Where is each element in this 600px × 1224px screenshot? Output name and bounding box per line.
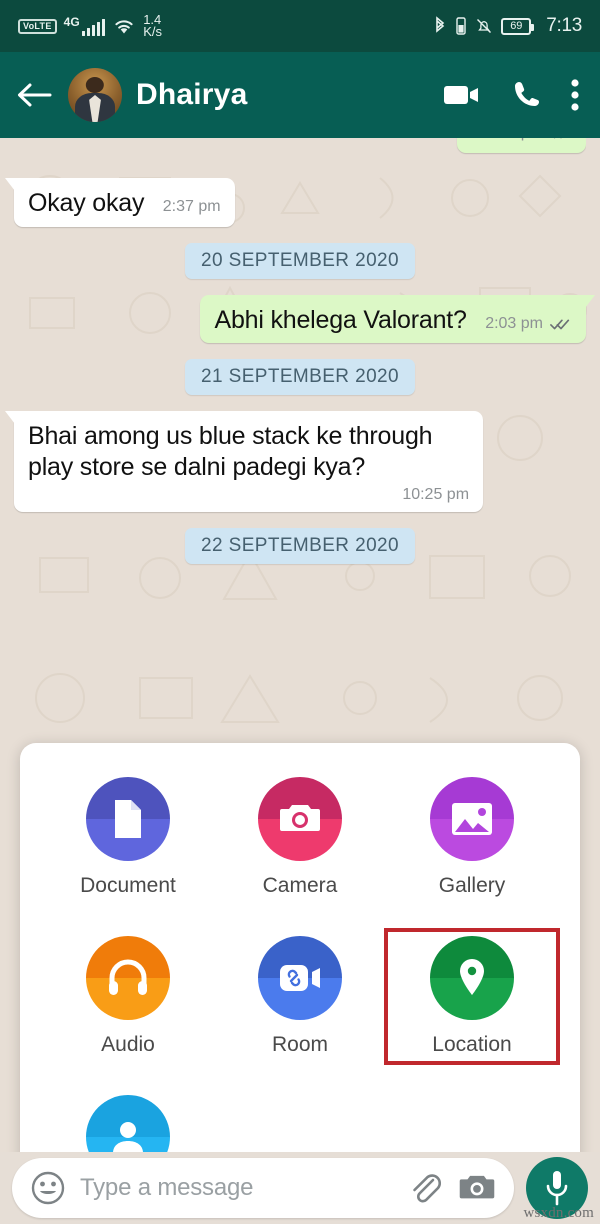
bluetooth-icon bbox=[436, 16, 445, 33]
location-icon-circle bbox=[430, 936, 514, 1020]
attachment-option-location[interactable]: Location bbox=[384, 928, 560, 1065]
volte-icon: VoLTE bbox=[18, 18, 57, 34]
message-text: Abhi khelega Valorant? bbox=[214, 305, 467, 334]
attachment-option-gallery[interactable]: Gallery bbox=[386, 771, 558, 904]
headphones-icon bbox=[109, 959, 147, 995]
message-meta: 2:37 pm bbox=[485, 138, 572, 142]
attachment-panel: Document Camera Gallery Audio Room Locat… bbox=[20, 743, 580, 1152]
message-meta: 10:25 pm bbox=[28, 486, 469, 504]
video-call-icon bbox=[444, 86, 478, 104]
messages-container: 2:37 pm Okay okay 2:37 pm bbox=[0, 138, 600, 564]
contact-name[interactable]: Dhairya bbox=[136, 78, 428, 112]
message-time: 10:25 pm bbox=[402, 486, 470, 503]
audio-icon-circle bbox=[86, 936, 170, 1020]
message-text: Bhai among us blue stack ke through play… bbox=[28, 422, 433, 481]
gallery-icon-circle bbox=[430, 777, 514, 861]
app-bar-actions bbox=[442, 78, 580, 112]
attachment-option-room[interactable]: Room bbox=[214, 930, 386, 1063]
clipped-message-row: 2:37 pm bbox=[14, 138, 586, 160]
voice-call-button[interactable] bbox=[510, 79, 542, 111]
date-chip: 22 SEPTEMBER 2020 bbox=[185, 528, 415, 564]
date-separator-row: 21 SEPTEMBER 2020 bbox=[14, 359, 586, 395]
more-options-icon bbox=[571, 79, 579, 111]
more-options-button[interactable] bbox=[570, 78, 580, 112]
attachment-option-document[interactable]: Document bbox=[42, 771, 214, 904]
emoji-smiley-icon[interactable] bbox=[30, 1170, 66, 1206]
avatar-head bbox=[85, 76, 105, 93]
message-meta: 2:03 pm bbox=[485, 315, 572, 333]
back-arrow-icon bbox=[18, 83, 52, 107]
cellular-signal-icon: 4G bbox=[64, 16, 106, 36]
data-speed-indicator: 1.4 K/s bbox=[143, 13, 162, 39]
wifi-icon bbox=[115, 20, 133, 34]
contact-icon-circle bbox=[86, 1095, 170, 1152]
document-icon bbox=[115, 800, 141, 838]
data-speed-unit: K/s bbox=[143, 24, 162, 39]
network-type-label: 4G bbox=[63, 15, 80, 29]
attachment-grid: Document Camera Gallery Audio Room Locat… bbox=[42, 771, 560, 1152]
site-watermark: wsxdn.com bbox=[523, 1205, 594, 1221]
notifications-muted-icon bbox=[477, 19, 492, 33]
message-text: Okay okay bbox=[28, 189, 145, 217]
camera-icon bbox=[280, 805, 320, 831]
message-meta: 2:37 pm bbox=[163, 198, 221, 216]
message-row: 2:37 pm bbox=[14, 138, 586, 153]
date-separator-row: 22 SEPTEMBER 2020 bbox=[14, 528, 586, 564]
date-chip: 21 SEPTEMBER 2020 bbox=[185, 359, 415, 395]
back-button[interactable] bbox=[14, 75, 54, 115]
whatsapp-chat-screen: VoLTE 4G 1.4 K/s 69 7:13 Dhairya Okay ok… bbox=[0, 0, 600, 1224]
status-bar-clock: 7:13 bbox=[546, 15, 582, 36]
message-input-bar: Type a message bbox=[0, 1152, 600, 1224]
message-input-pill[interactable]: Type a message bbox=[12, 1158, 514, 1218]
signal-bars-icon bbox=[81, 19, 106, 36]
message-bubble-outgoing[interactable]: 2:37 pm bbox=[457, 138, 586, 153]
message-bubble-incoming[interactable]: Okay okay 2:37 pm bbox=[5, 178, 235, 227]
status-bar-right: 69 7:13 bbox=[432, 15, 582, 37]
microphone-icon bbox=[546, 1171, 568, 1206]
attachment-label: Camera bbox=[262, 874, 338, 897]
attachment-label: Gallery bbox=[438, 874, 506, 897]
attachment-label: Location bbox=[432, 1033, 512, 1056]
chat-message-list[interactable]: 2:37 pm Okay okay 2:37 pm bbox=[0, 138, 600, 1152]
location-pin-icon bbox=[460, 959, 484, 995]
chat-app-bar: Dhairya bbox=[0, 52, 600, 138]
attachment-label: Document bbox=[80, 874, 176, 897]
attachment-option-audio[interactable]: Audio bbox=[42, 930, 214, 1063]
read-receipt-icon bbox=[550, 319, 570, 329]
paperclip-icon[interactable] bbox=[406, 1169, 444, 1207]
camera-icon-circle bbox=[258, 777, 342, 861]
message-row: Bhai among us blue stack ke through play… bbox=[4, 411, 586, 512]
message-time: 2:37 pm bbox=[485, 138, 543, 142]
status-bar-left: VoLTE 4G 1.4 K/s bbox=[18, 13, 162, 39]
camera-icon[interactable] bbox=[458, 1172, 496, 1204]
attachment-option-camera[interactable]: Camera bbox=[214, 771, 386, 904]
battery-percent: 69 bbox=[510, 20, 523, 32]
date-separator-row: 20 SEPTEMBER 2020 bbox=[14, 242, 586, 279]
date-chip: 20 SEPTEMBER 2020 bbox=[185, 242, 415, 279]
attachment-label: Room bbox=[271, 1033, 329, 1056]
attachment-option-contact[interactable]: Contact bbox=[42, 1089, 214, 1152]
room-icon-circle bbox=[258, 936, 342, 1020]
sim-battery-small-icon bbox=[456, 17, 466, 35]
read-receipt-icon bbox=[553, 138, 562, 139]
message-row: Abhi khelega Valorant? 2:03 pm bbox=[14, 294, 595, 343]
message-input-placeholder[interactable]: Type a message bbox=[80, 1174, 392, 1202]
status-bar: VoLTE 4G 1.4 K/s 69 7:13 bbox=[0, 0, 600, 52]
room-video-link-icon bbox=[280, 965, 320, 991]
gallery-icon bbox=[452, 803, 492, 835]
battery-icon: 69 bbox=[501, 17, 535, 35]
person-icon bbox=[113, 1122, 143, 1152]
contact-avatar[interactable] bbox=[68, 68, 122, 122]
message-bubble-outgoing[interactable]: Abhi khelega Valorant? 2:03 pm bbox=[200, 294, 595, 343]
phone-call-icon bbox=[515, 82, 539, 106]
attachment-label: Audio bbox=[101, 1033, 155, 1056]
document-icon-circle bbox=[86, 777, 170, 861]
message-time: 2:03 pm bbox=[485, 314, 543, 332]
message-bubble-incoming[interactable]: Bhai among us blue stack ke through play… bbox=[4, 411, 484, 512]
video-call-button[interactable] bbox=[442, 81, 482, 109]
message-time: 2:37 pm bbox=[162, 198, 221, 215]
message-row: Okay okay 2:37 pm bbox=[5, 178, 586, 227]
